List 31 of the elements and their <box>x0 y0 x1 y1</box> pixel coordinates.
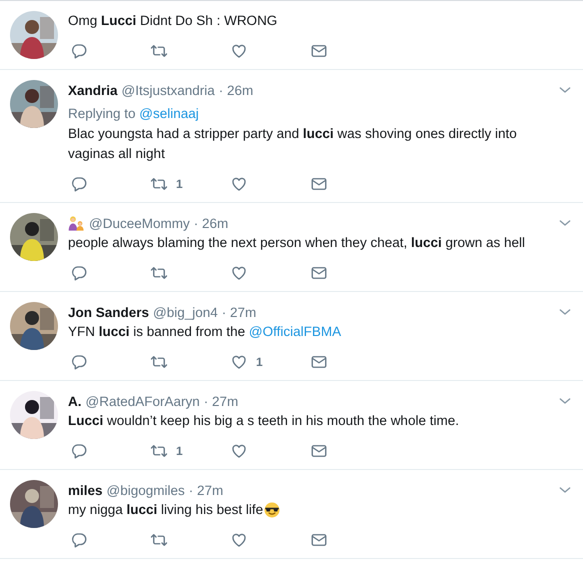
retweet-icon[interactable] <box>150 442 168 460</box>
retweet-button[interactable]: 1 <box>148 174 183 194</box>
user-handle[interactable]: @big_jon4 <box>153 304 218 320</box>
mention-link[interactable]: @OfficialFBMA <box>248 324 342 339</box>
like-button[interactable]: 1 <box>228 352 263 372</box>
retweet-button[interactable]: 1 <box>148 441 183 461</box>
retweet-icon[interactable] <box>150 175 168 193</box>
tweet-text: Blac youngsta had a stripper party and lucci was shoving ones directly into vaginas all night <box>68 125 518 163</box>
timestamp[interactable]: · 27m <box>188 482 224 498</box>
reply-context-label: Replying to <box>68 106 137 121</box>
tweet-text: YFN lucci is banned from the @OfficialFBMA <box>68 323 342 341</box>
timestamp[interactable]: · 26m <box>218 82 254 98</box>
sunglasses-face-icon <box>263 501 282 519</box>
mention-link[interactable]: @selinaaj <box>139 106 199 121</box>
timestamp[interactable]: · 27m <box>222 304 256 320</box>
user-handle[interactable]: @bigogmiles <box>106 482 185 498</box>
family-icon <box>68 214 85 232</box>
user-handle[interactable]: @RatedAForAaryn <box>86 394 200 408</box>
tweet-text: my nigga lucci living his best life <box>68 501 264 519</box>
user-handle[interactable]: @DuceeMommy <box>89 216 190 230</box>
display-name[interactable]: A. <box>68 394 82 408</box>
heart-icon[interactable] <box>230 353 248 371</box>
user-handle[interactable]: @Itsjustxandria <box>122 82 215 98</box>
timestamp[interactable]: · 27m <box>204 394 238 408</box>
tweet-text: Omg Lucci Didnt Do Sh : WRONG <box>68 12 278 30</box>
display-name[interactable]: Xandria <box>68 82 118 98</box>
tweet-text: Lucci wouldn’t keep his big a s teeth in his mouth the whole time. <box>68 412 460 430</box>
display-name[interactable]: miles <box>68 482 103 498</box>
display-name[interactable]: Jon Sanders <box>68 304 150 320</box>
timestamp[interactable]: · 26m <box>194 216 228 230</box>
tweet-text: people always blaming the next person when they cheat, lucci grown as hell <box>68 234 526 252</box>
